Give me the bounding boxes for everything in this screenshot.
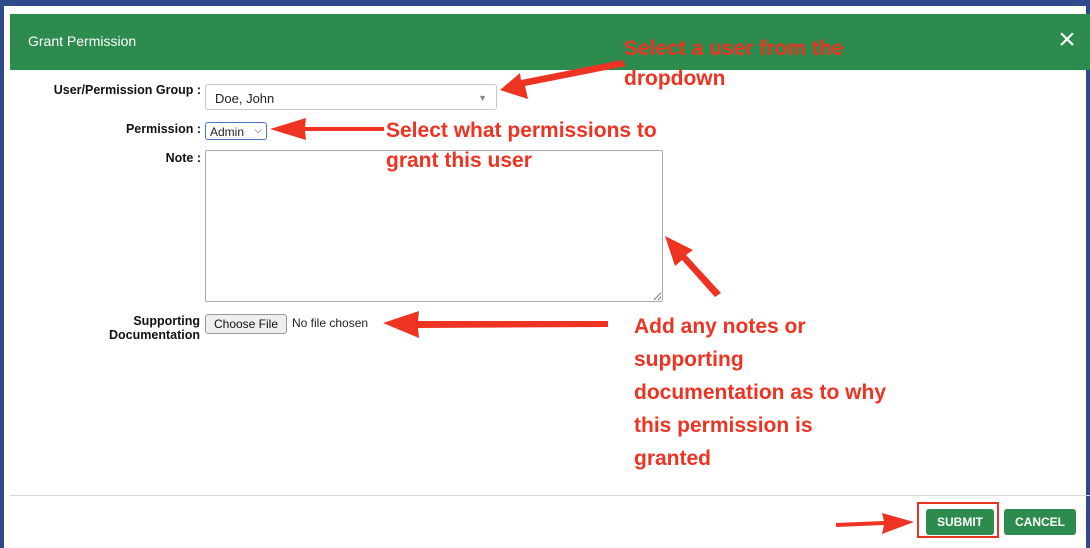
annotation-add-notes-line4: this permission is	[634, 414, 813, 437]
annotation-select-user-line1: Select a user from the	[624, 37, 844, 60]
annotation-add-notes-line3: documentation as to why	[634, 381, 887, 404]
arrow-to-user-dropdown	[500, 60, 626, 99]
annotation-add-notes: Add any notes or supporting documentatio…	[634, 310, 886, 475]
annotation-add-notes-line1: Add any notes or	[634, 315, 806, 338]
arrow-to-note-textarea	[665, 236, 721, 297]
annotation-select-permission-line2: grant this user	[386, 149, 532, 172]
annotation-select-permission-line1: Select what permissions to	[386, 119, 657, 142]
annotation-select-permission: Select what permissions to grant this us…	[386, 116, 657, 176]
arrow-to-file-input	[383, 311, 608, 338]
annotation-add-notes-line2: supporting	[634, 348, 744, 371]
arrow-to-submit	[836, 513, 914, 534]
annotation-arrows	[270, 60, 914, 534]
annotation-select-user-line2: dropdown	[624, 67, 726, 90]
arrow-to-permission-select	[270, 118, 384, 140]
annotation-select-user: Select a user from the dropdown	[624, 34, 843, 94]
annotation-add-notes-line5: granted	[634, 447, 712, 470]
